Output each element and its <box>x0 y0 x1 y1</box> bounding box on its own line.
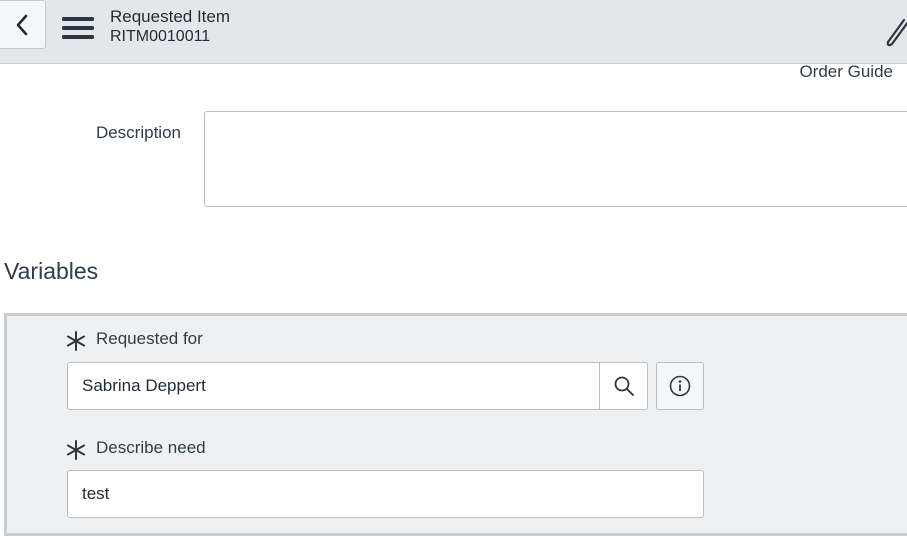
hamburger-menu-icon <box>62 17 94 39</box>
asterisk-icon <box>67 331 85 351</box>
context-menu-button[interactable] <box>62 14 94 42</box>
description-field[interactable] <box>204 111 907 207</box>
record-number: RITM0010011 <box>110 28 211 45</box>
lookup-button[interactable] <box>599 362 648 410</box>
order-guide-label: Order Guide <box>799 62 893 81</box>
chevron-left-icon <box>16 14 28 35</box>
form-header: Requested Item RITM0010011 <box>0 0 907 64</box>
record-type-title: Requested Item <box>110 7 231 26</box>
requested-for-input[interactable] <box>67 362 600 410</box>
attachment-button[interactable] <box>884 16 907 48</box>
info-icon <box>669 375 691 397</box>
description-label: Description <box>95 123 181 142</box>
search-icon <box>614 376 634 396</box>
back-button[interactable] <box>0 0 46 49</box>
variables-section-title: Variables <box>4 258 99 284</box>
requested-for-label: Requested for <box>96 329 203 348</box>
describe-need-label: Describe need <box>96 438 206 457</box>
describe-need-input[interactable] <box>67 470 704 518</box>
paperclip-icon <box>886 18 907 47</box>
asterisk-icon <box>67 440 85 460</box>
info-button[interactable] <box>656 362 704 410</box>
